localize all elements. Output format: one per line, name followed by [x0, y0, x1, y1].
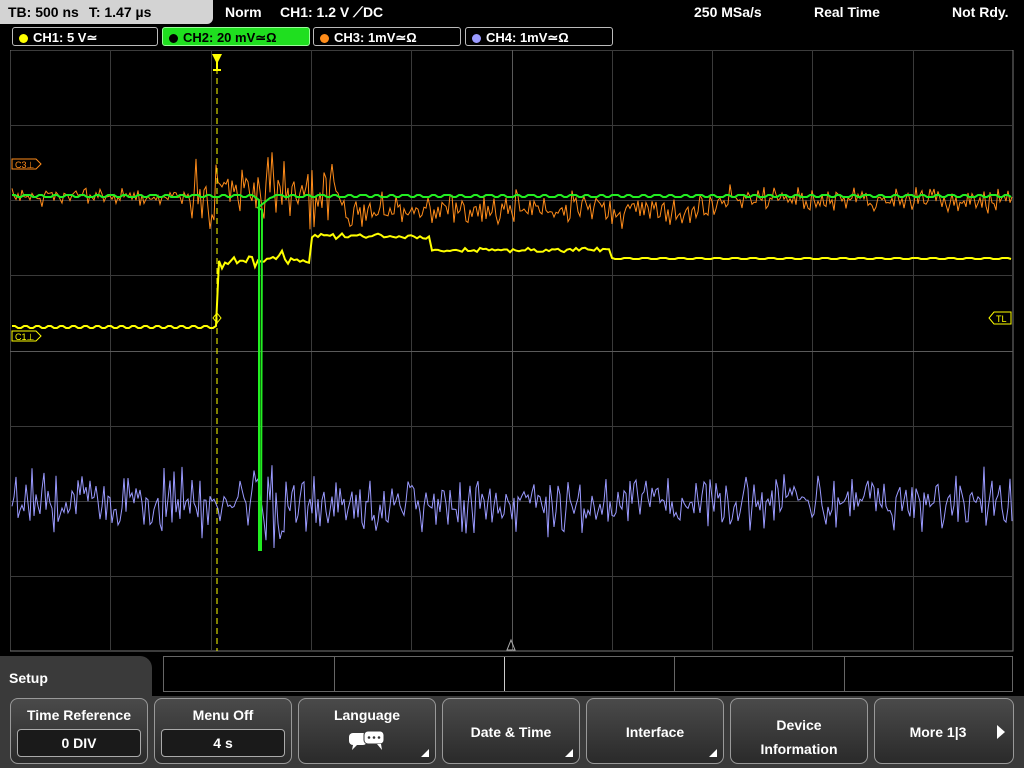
- submenu-indicator-icon: [709, 749, 717, 757]
- status-bar: TB: 500 ns T: 1.47 µs Norm CH1: 1.2 V ⟋DC…: [0, 0, 1024, 24]
- device-information-line1: Device: [776, 717, 822, 733]
- zoom-strip-divider: [674, 657, 675, 691]
- channel-4-dot-icon: [472, 34, 481, 43]
- acquisition-mode: Real Time: [814, 4, 880, 20]
- device-information-line2: Information: [760, 741, 838, 757]
- channel-4-text: CH4: 1mV≃Ω: [486, 30, 569, 45]
- display-frame: [10, 50, 1014, 652]
- zoom-strip-divider: [334, 657, 335, 691]
- channel-2-label[interactable]: CH2: 20 mV≃Ω: [162, 27, 310, 46]
- language-button[interactable]: Language: [298, 698, 436, 764]
- zoom-strip: [163, 656, 1013, 692]
- channel-3-text: CH3: 1mV≃Ω: [334, 30, 417, 45]
- menu-off-label: Menu Off: [192, 707, 254, 723]
- trigger-setting[interactable]: CH1: 1.2 V ⟋DC: [280, 0, 383, 24]
- menu-off-button[interactable]: Menu Off 4 s: [154, 698, 292, 764]
- time-reference-button[interactable]: Time Reference 0 DIV: [10, 698, 148, 764]
- next-page-icon: [997, 725, 1005, 739]
- sample-rate: 250 MSa/s: [694, 4, 762, 20]
- more-button[interactable]: More 1|3: [874, 698, 1014, 764]
- interface-label: Interface: [625, 724, 685, 740]
- c1-marker[interactable]: C1⊥: [11, 330, 42, 342]
- acquisition-status: Not Rdy.: [952, 4, 1009, 20]
- zoom-strip-divider: [504, 657, 505, 691]
- channel-1-label[interactable]: CH1: 5 V≃: [12, 27, 158, 46]
- date-time-button[interactable]: Date & Time: [442, 698, 580, 764]
- language-label: Language: [333, 707, 401, 723]
- device-information-button[interactable]: Device Information: [730, 698, 868, 764]
- channel-2-dot-icon: [169, 34, 178, 43]
- trigger-level-label: TL: [996, 314, 1007, 324]
- time-reference-value: 0 DIV: [17, 729, 141, 757]
- more-label: More 1|3: [909, 724, 967, 740]
- menu-area: Setup Time Reference 0 DIV Menu Off 4 s …: [0, 656, 1024, 768]
- channel-1-text: CH1: 5 V≃: [33, 30, 98, 45]
- c3-marker-label: C3⊥: [15, 160, 35, 170]
- channel-3-dot-icon: [320, 34, 329, 43]
- c3-marker[interactable]: C3⊥: [11, 158, 42, 170]
- waveform-display[interactable]: C3⊥ C1⊥ TL: [10, 50, 1014, 652]
- zoom-strip-divider: [844, 657, 845, 691]
- menu-title: Setup: [0, 656, 152, 696]
- channel-bar: CH1: 5 V≃ CH2: 20 mV≃Ω CH3: 1mV≃Ω CH4: 1…: [0, 26, 1024, 48]
- submenu-indicator-icon: [421, 749, 429, 757]
- interface-button[interactable]: Interface: [586, 698, 724, 764]
- trigger-time-readout: T: 1.47 µs: [88, 4, 152, 20]
- trigger-level-marker[interactable]: TL: [988, 311, 1012, 325]
- language-icon: [349, 730, 385, 750]
- c1-marker-label: C1⊥: [15, 332, 35, 342]
- softkey-bar: Time Reference 0 DIV Menu Off 4 s Langua…: [0, 696, 1024, 768]
- channel-1-dot-icon: [19, 34, 28, 43]
- channel-3-label[interactable]: CH3: 1mV≃Ω: [313, 27, 461, 46]
- timebase-readout: TB: 500 ns: [8, 4, 79, 20]
- submenu-indicator-icon: [565, 749, 573, 757]
- time-reference-label: Time Reference: [26, 707, 131, 723]
- timebase-box[interactable]: TB: 500 ns T: 1.47 µs: [0, 0, 213, 24]
- menu-off-value: 4 s: [161, 729, 285, 757]
- trigger-mode[interactable]: Norm: [225, 0, 262, 24]
- channel-2-text: CH2: 20 mV≃Ω: [183, 30, 277, 45]
- channel-4-label[interactable]: CH4: 1mV≃Ω: [465, 27, 613, 46]
- date-time-label: Date & Time: [470, 724, 552, 740]
